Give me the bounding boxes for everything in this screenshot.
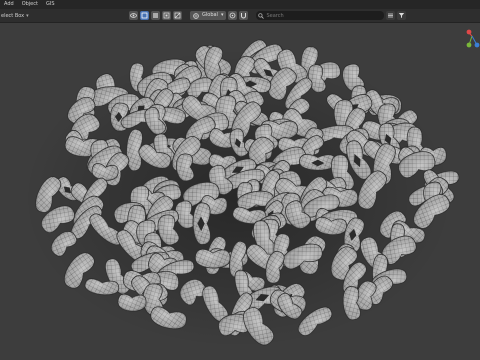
- pivot-dropdown[interactable]: Global ▾: [190, 11, 227, 20]
- pivot-label: Global: [202, 12, 218, 18]
- transform-tools: Global ▾: [129, 11, 407, 20]
- lasso-icon: [163, 12, 170, 19]
- 3d-viewport[interactable]: [0, 23, 480, 360]
- magnet-icon: [241, 13, 247, 19]
- list-icon: [388, 13, 394, 18]
- search-box[interactable]: [256, 11, 385, 20]
- select-lasso-button[interactable]: [162, 11, 171, 20]
- menubar: Add Object GIS: [0, 0, 480, 9]
- select-invert-button[interactable]: [173, 11, 182, 20]
- snap-button[interactable]: [239, 11, 249, 20]
- invert-icon: [174, 12, 181, 19]
- select-mode-dropdown[interactable]: elect Box ▾: [0, 11, 29, 20]
- circle-select-icon: [153, 13, 158, 18]
- filter-icon: [399, 13, 405, 18]
- pivot-point-icon: [230, 12, 236, 19]
- menu-add[interactable]: Add: [0, 0, 18, 9]
- viewport-header: elect Box ▾ Global ▾: [0, 9, 480, 23]
- filter-button[interactable]: [397, 11, 407, 20]
- chevron-down-icon: ▾: [220, 12, 224, 18]
- menu-gis[interactable]: GIS: [42, 0, 59, 9]
- select-box-icon: [141, 12, 148, 19]
- chevron-down-icon: ▾: [26, 12, 29, 19]
- eye-icon: [130, 13, 137, 18]
- menu-object[interactable]: Object: [18, 0, 42, 9]
- globe-icon: [193, 12, 199, 19]
- view-options-button[interactable]: [386, 11, 396, 20]
- select-mode-label: elect Box: [1, 12, 25, 19]
- transform-pivot-button[interactable]: [228, 11, 238, 20]
- select-box-button[interactable]: [140, 11, 149, 20]
- toggle-visibility-button[interactable]: [129, 11, 138, 20]
- search-input[interactable]: [264, 11, 384, 20]
- select-circle-button[interactable]: [151, 11, 160, 20]
